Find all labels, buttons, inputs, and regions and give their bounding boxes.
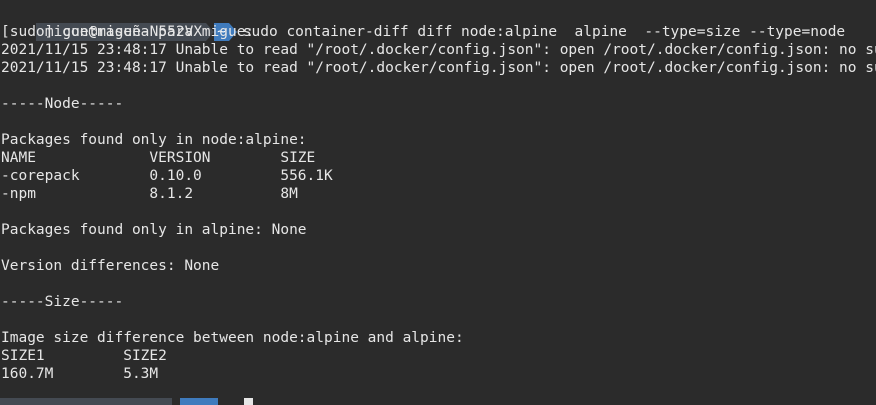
output-line: 2021/11/15 23:48:17 Unable to read "/roo… — [1, 60, 876, 76]
prompt-user-host-partial — [0, 398, 172, 405]
table-row: -npm 8.1.2 8M — [1, 186, 298, 202]
next-prompt-line — [0, 398, 876, 405]
terminal-window[interactable]: migue@migue-N552VX ~ sudo container-diff d… — [0, 0, 876, 405]
output-line: [sudo] contraseña para migue: — [1, 24, 255, 40]
output-line: 2021/11/15 23:48:17 Unable to read "/roo… — [1, 42, 876, 58]
table-header: NAME VERSION SIZE — [1, 150, 316, 166]
table-row: 160.7M 5.3M — [1, 366, 159, 382]
command-text: sudo container-diff diff node:alpine alp… — [242, 24, 846, 40]
table-header: SIZE1 SIZE2 — [1, 348, 167, 364]
output-line: Image size difference between node:alpin… — [1, 330, 464, 346]
section-header-size: -----Size----- — [1, 294, 124, 310]
prompt-line: migue@migue-N552VX ~ sudo container-diff d… — [1, 5, 845, 41]
output-line: Packages found only in node:alpine: — [1, 132, 307, 148]
output-line: Packages found only in alpine: None — [1, 222, 307, 238]
output-line: Version differences: None — [1, 258, 220, 274]
prompt-directory-partial — [180, 398, 218, 405]
section-header-node: -----Node----- — [1, 96, 124, 112]
cursor-icon — [244, 398, 253, 405]
table-row: -corepack 0.10.0 556.1K — [1, 168, 333, 184]
